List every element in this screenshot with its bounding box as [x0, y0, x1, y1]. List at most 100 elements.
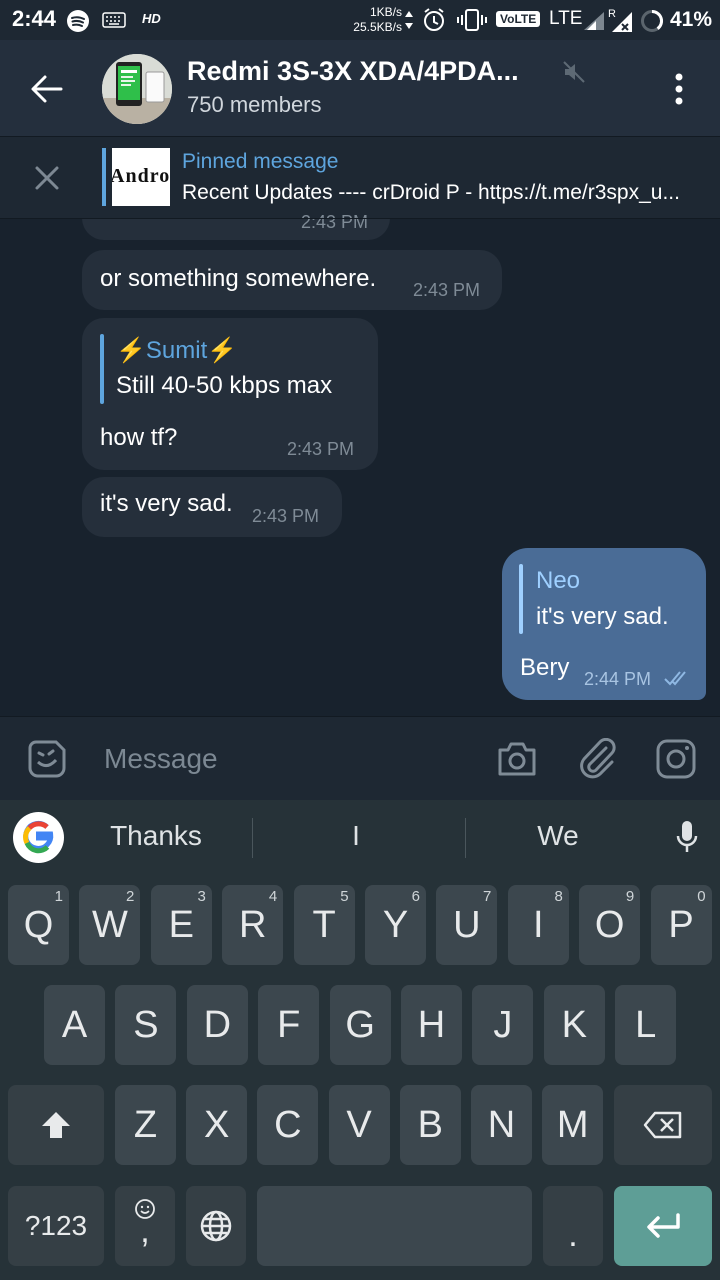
suggestion-3[interactable]: We: [498, 820, 618, 852]
message-time: 2:43 PM: [252, 506, 320, 526]
key-label: Z: [133, 1103, 158, 1146]
enter-icon: [647, 1213, 680, 1238]
signal-icon: [584, 12, 604, 30]
key-label: T: [312, 903, 336, 946]
key-r[interactable]: R4: [222, 885, 284, 965]
key-label: P: [668, 903, 694, 946]
reply-text: Still 40-50 kbps max: [116, 372, 333, 399]
backspace-icon: [643, 1111, 682, 1139]
period-label: .: [568, 1216, 578, 1254]
key-x[interactable]: X: [186, 1085, 248, 1165]
period-key[interactable]: .: [543, 1186, 603, 1266]
muted-icon: [563, 61, 585, 83]
key-c[interactable]: C: [257, 1085, 319, 1165]
message-input[interactable]: [102, 742, 486, 776]
key-e[interactable]: E3: [150, 885, 212, 965]
key-f[interactable]: F: [258, 985, 320, 1065]
key-hint: 8: [554, 888, 563, 905]
symbols-key[interactable]: ?123: [8, 1186, 104, 1266]
hd-indicator: HD: [142, 11, 161, 26]
pinned-thumbnail-top: Andro: [112, 148, 170, 206]
double-check-icon: [664, 671, 686, 686]
key-s[interactable]: S: [115, 985, 177, 1065]
key-label: D: [203, 1003, 232, 1046]
key-v[interactable]: V: [328, 1085, 390, 1165]
network-speed: 1KB/s 25.5KB/s: [353, 5, 402, 34]
key-d[interactable]: D: [186, 985, 248, 1065]
language-key[interactable]: [186, 1186, 246, 1266]
message-text: Bery: [520, 654, 570, 681]
battery-percentage: 41%: [670, 8, 713, 31]
key-label: F: [277, 1003, 301, 1046]
key-hint: 4: [268, 888, 278, 905]
key-label: H: [417, 1003, 446, 1046]
pinned-text-top: Recent Updates ---- crDroid P - https://…: [182, 181, 680, 204]
key-a[interactable]: A: [44, 985, 105, 1065]
key-label: O: [594, 903, 625, 946]
pinned-accent-bar-top: [102, 148, 106, 206]
key-label: A: [61, 1003, 88, 1046]
key-o[interactable]: O9: [579, 885, 641, 965]
roaming-signal-icon: R: [608, 8, 632, 32]
key-p[interactable]: P0: [650, 885, 712, 965]
reply-accent-bar: [519, 564, 523, 634]
key-q[interactable]: Q1: [8, 885, 69, 965]
enter-key[interactable]: [614, 1186, 712, 1266]
pinned-title-top: Pinned message: [182, 150, 339, 173]
google-icon[interactable]: [13, 812, 64, 863]
battery-icon: [641, 9, 664, 32]
key-label: M: [556, 1103, 589, 1146]
member-count: 750 members: [187, 92, 322, 117]
key-w[interactable]: W2: [79, 885, 141, 965]
emoji-sticker-icon[interactable]: [26, 738, 68, 780]
key-hint: 1: [54, 888, 63, 905]
key-label: S: [133, 1003, 159, 1046]
keyboard-icon: [102, 12, 126, 28]
comma-label: ,: [140, 1212, 150, 1250]
space-key[interactable]: [257, 1186, 532, 1266]
key-y[interactable]: Y6: [365, 885, 426, 965]
key-j[interactable]: J: [472, 985, 534, 1065]
suggestion-2[interactable]: I: [296, 820, 416, 852]
instagram-icon[interactable]: [656, 739, 696, 779]
message-text: it's very sad.: [100, 490, 233, 517]
alarm-icon: [424, 8, 444, 31]
key-b[interactable]: B: [399, 1085, 461, 1165]
key-t[interactable]: T5: [293, 885, 355, 965]
back-arrow-icon[interactable]: [30, 72, 64, 106]
reply-text: it's very sad.: [536, 603, 669, 630]
key-label: B: [417, 1103, 443, 1146]
backspace-key[interactable]: [614, 1085, 712, 1165]
key-label: Y: [382, 903, 409, 946]
shift-key[interactable]: [8, 1085, 104, 1165]
svg-text:R: R: [608, 8, 616, 20]
message-text: how tf?: [100, 424, 178, 451]
comma-key[interactable]: ,: [115, 1186, 175, 1266]
spotify-icon: [67, 10, 89, 32]
key-u[interactable]: U7: [436, 885, 498, 965]
key-i[interactable]: I8: [507, 885, 569, 965]
more-options-icon[interactable]: [672, 72, 686, 106]
key-k[interactable]: K: [543, 985, 605, 1065]
key-label: E: [168, 903, 194, 946]
key-label: C: [274, 1103, 302, 1146]
key-m[interactable]: M: [542, 1085, 604, 1165]
close-pinned-icon[interactable]: [34, 165, 60, 191]
microphone-icon[interactable]: [676, 820, 698, 854]
key-n[interactable]: N: [471, 1085, 532, 1165]
key-g[interactable]: G: [329, 985, 391, 1065]
reply-author: Neo: [536, 567, 581, 594]
camera-icon[interactable]: [496, 740, 538, 778]
message-time: 2:43 PM: [287, 439, 355, 459]
key-label: Q: [23, 903, 54, 946]
chat-title[interactable]: Redmi 3S-3X XDA/4PDA...: [187, 56, 519, 87]
key-l[interactable]: L: [615, 985, 677, 1065]
suggestion-1[interactable]: Thanks: [96, 820, 216, 852]
volte-badge: VoLTE: [496, 11, 541, 27]
key-label: W: [91, 903, 128, 946]
group-avatar[interactable]: [102, 54, 172, 124]
key-hint: 3: [197, 888, 206, 905]
key-z[interactable]: Z: [115, 1085, 176, 1165]
key-h[interactable]: H: [401, 985, 462, 1065]
attach-icon[interactable]: [578, 738, 618, 780]
